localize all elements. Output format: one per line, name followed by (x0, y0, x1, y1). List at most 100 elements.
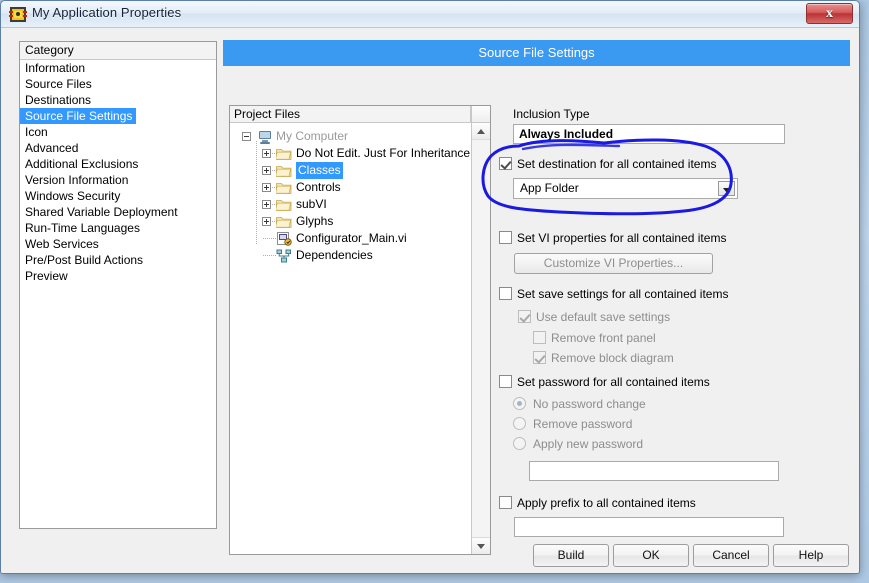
computer-icon (259, 131, 271, 144)
inclusion-type-value: Always Included (513, 124, 785, 144)
category-row[interactable]: Version Information (20, 172, 216, 188)
category-item-web-services[interactable]: Web Services (20, 237, 99, 251)
set-vi-properties-label: Set VI properties for all contained item… (517, 231, 727, 245)
category-row[interactable]: Source File Settings (20, 108, 216, 124)
category-item-advanced[interactable]: Advanced (20, 141, 78, 155)
close-button[interactable]: x (806, 3, 853, 24)
tree-node[interactable]: Do Not Edit. Just For Inheritance (236, 145, 470, 162)
expander-minus-icon[interactable] (242, 132, 251, 141)
set-password-label: Set password for all contained items (517, 375, 710, 389)
category-item-windows-security[interactable]: Windows Security (20, 189, 120, 203)
expander-plus-icon[interactable] (262, 166, 271, 175)
remove-password-label: Remove password (533, 417, 633, 431)
category-panel[interactable]: Category Information Source Files Destinat… (19, 41, 217, 529)
category-item-version-information[interactable]: Version Information (20, 173, 128, 187)
help-button[interactable]: Help (773, 544, 849, 567)
title-bar[interactable]: My Application Properties x (1, 1, 859, 28)
chevron-down-icon[interactable] (718, 181, 735, 196)
tree-node[interactable]: Dependencies (236, 247, 470, 264)
apply-prefix-label: Apply prefix to all contained items (517, 496, 696, 510)
category-row[interactable]: Run-Time Languages (20, 220, 216, 236)
category-row[interactable]: Pre/Post Build Actions (20, 252, 216, 268)
category-row[interactable]: Web Services (20, 236, 216, 252)
category-row[interactable]: Additional Exclusions (20, 156, 216, 172)
set-vi-properties-checkbox[interactable] (499, 231, 512, 244)
tree-body[interactable]: My Computer Do Not Edit. Just For Inheri… (230, 124, 470, 554)
ok-button[interactable]: OK (613, 544, 689, 567)
category-row[interactable]: Shared Variable Deployment (20, 204, 216, 220)
expander-plus-icon[interactable] (262, 149, 271, 158)
tree-node[interactable]: Controls (236, 179, 470, 196)
folder-icon (276, 166, 292, 177)
set-password-checkbox[interactable] (499, 375, 512, 388)
project-files-panel[interactable]: Project Files My Computer Do Not Edit. J… (229, 105, 491, 555)
dependencies-icon (276, 249, 291, 263)
use-default-save-label: Use default save settings (536, 310, 671, 324)
tree-node[interactable]: Classes (236, 162, 470, 179)
customize-vi-properties-button[interactable]: Customize VI Properties... (514, 253, 713, 274)
tree-node-label: Glyphs (296, 214, 334, 228)
tree-scrollbar[interactable] (471, 123, 490, 554)
scroll-down-button[interactable] (472, 537, 490, 554)
set-destination-checkbox[interactable] (499, 157, 512, 170)
set-save-settings-checkbox[interactable] (499, 287, 512, 300)
category-item-pre-post-build-actions[interactable]: Pre/Post Build Actions (20, 253, 143, 267)
expander-plus-icon[interactable] (262, 217, 271, 226)
category-row[interactable]: Preview (20, 268, 216, 284)
no-password-change-radio[interactable] (513, 397, 526, 410)
scroll-up-button[interactable] (472, 123, 490, 140)
tree-node-label: Controls (296, 180, 341, 194)
cancel-button[interactable]: Cancel (693, 544, 769, 567)
project-files-header: Project Files (230, 106, 471, 123)
category-item-source-files[interactable]: Source Files (20, 77, 92, 91)
category-item-source-file-settings[interactable]: Source File Settings (20, 108, 137, 124)
category-list[interactable]: Information Source Files Destinations Sourc… (20, 60, 216, 284)
category-item-icon[interactable]: Icon (20, 125, 48, 139)
category-row[interactable]: Windows Security (20, 188, 216, 204)
expander-plus-icon[interactable] (262, 200, 271, 209)
apply-new-password-radio[interactable] (513, 437, 526, 450)
category-header: Category (20, 42, 216, 60)
expander-plus-icon[interactable] (262, 183, 271, 192)
scrollbar-corner (471, 106, 490, 123)
tree-root-node[interactable]: My Computer (236, 128, 470, 145)
remove-front-panel-checkbox[interactable] (533, 331, 546, 344)
tree-node-label: Dependencies (296, 248, 373, 262)
chevron-down-icon (477, 544, 485, 549)
folder-icon (276, 149, 292, 160)
apply-prefix-checkbox[interactable] (499, 496, 512, 509)
folder-icon (276, 217, 292, 228)
destination-value: App Folder (520, 181, 579, 195)
tree-connector-line (263, 255, 276, 256)
remove-block-diagram-label: Remove block diagram (551, 351, 674, 365)
category-row[interactable]: Icon (20, 124, 216, 140)
category-item-additional-exclusions[interactable]: Additional Exclusions (20, 157, 138, 171)
category-row[interactable]: Destinations (20, 92, 216, 108)
tree-node-label: Do Not Edit. Just For Inheritance (296, 146, 471, 160)
prefix-input[interactable] (514, 517, 784, 537)
category-item-information[interactable]: Information (20, 61, 85, 75)
category-item-run-time-languages[interactable]: Run-Time Languages (20, 221, 140, 235)
use-default-save-checkbox[interactable] (518, 310, 531, 323)
build-button[interactable]: Build (533, 544, 609, 567)
category-row[interactable]: Advanced (20, 140, 216, 156)
tree-node[interactable]: Configurator_Main.vi (236, 230, 470, 247)
tree-node-list[interactable]: Do Not Edit. Just For Inheritance Classes… (236, 145, 470, 264)
tree-node[interactable]: Glyphs (236, 213, 470, 230)
category-item-destinations[interactable]: Destinations (20, 93, 91, 107)
no-password-change-label: No password change (533, 397, 646, 411)
category-row[interactable]: Source Files (20, 76, 216, 92)
apply-new-password-label: Apply new password (533, 437, 644, 451)
remove-password-radio[interactable] (513, 417, 526, 430)
set-save-settings-label: Set save settings for all contained item… (517, 287, 729, 301)
category-item-shared-variable-deployment[interactable]: Shared Variable Deployment (20, 205, 178, 219)
chevron-up-icon (477, 129, 485, 134)
password-input[interactable] (529, 461, 779, 481)
category-item-preview[interactable]: Preview (20, 269, 68, 283)
destination-dropdown[interactable]: App Folder (513, 178, 738, 199)
tree-node-label: Classes (296, 162, 343, 179)
remove-block-diagram-checkbox[interactable] (533, 351, 546, 364)
vi-icon (277, 232, 292, 246)
tree-node[interactable]: subVI (236, 196, 470, 213)
category-row[interactable]: Information (20, 60, 216, 76)
